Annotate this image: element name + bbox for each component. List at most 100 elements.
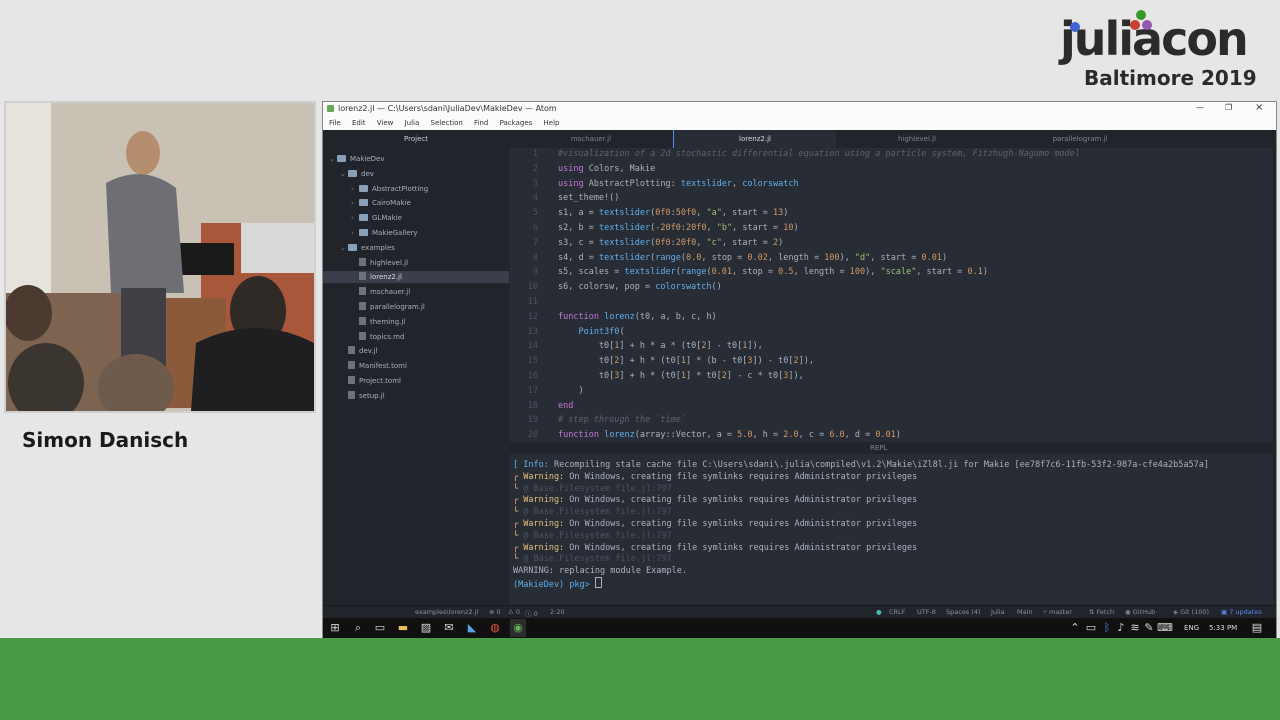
- status-updates[interactable]: ▣ 7 updates: [1221, 608, 1262, 616]
- tree-item[interactable]: mschauer.jl: [323, 286, 509, 298]
- photos-icon[interactable]: ▨: [420, 622, 432, 634]
- network-icon[interactable]: ≋: [1129, 622, 1141, 634]
- menu-view[interactable]: View: [377, 119, 394, 127]
- code-line[interactable]: 6 s2, b = textslider(-20f0:20f0, "b", sta…: [510, 223, 799, 238]
- status-line-ending[interactable]: CRLF: [889, 608, 905, 616]
- status-indent[interactable]: Spaces (4): [946, 608, 980, 616]
- tree-item[interactable]: ⌄ dev: [323, 168, 509, 180]
- code-line[interactable]: 3 using AbstractPlotting: textslider, col…: [510, 179, 799, 194]
- tree-item[interactable]: highlevel.jl: [323, 257, 509, 269]
- notifications-icon[interactable]: ▤: [1251, 622, 1263, 634]
- file-explorer-icon[interactable]: ▬: [397, 622, 409, 634]
- firefox-icon[interactable]: ◍: [489, 622, 501, 634]
- tree-item[interactable]: theming.jl: [323, 316, 509, 328]
- status-errors[interactable]: ⊗ 0: [489, 608, 501, 616]
- tree-item[interactable]: parallelogram.jl: [323, 301, 509, 313]
- code-line[interactable]: 5 s1, a = textslider(0f0:50f0, "a", start…: [510, 208, 789, 223]
- speaker-icon[interactable]: ♪: [1115, 622, 1127, 634]
- repl-line: └ @ Base.Filesystem file.jl:797: [513, 553, 672, 565]
- status-grammar[interactable]: Julia: [991, 608, 1005, 616]
- code-text: t0[2] + h * (t0[1] * (b - t0[3]) - t0[2]…: [558, 356, 814, 367]
- status-git[interactable]: ◈ Git (100): [1173, 608, 1209, 616]
- menu-packages[interactable]: Packages: [500, 119, 533, 127]
- code-line[interactable]: 8 s4, d = textslider(range(0.0, stop = 0.…: [510, 253, 947, 268]
- tree-item[interactable]: › GLMakie: [323, 212, 509, 224]
- code-line[interactable]: 17 ): [510, 386, 584, 401]
- tree-item[interactable]: Project.toml: [323, 375, 509, 387]
- code-line[interactable]: 19 # step through the `time`: [510, 415, 686, 430]
- code-text: set_theme!(): [558, 193, 620, 204]
- atom-taskbar-icon[interactable]: ◉: [510, 619, 526, 637]
- code-line[interactable]: 13 Point3f0(: [510, 327, 625, 342]
- maximize-button[interactable]: ❐: [1225, 103, 1232, 112]
- status-module[interactable]: Main: [1017, 608, 1033, 616]
- status-branch[interactable]: ⑂ master: [1043, 608, 1072, 616]
- code-line[interactable]: 1 #visualization of a 2d stochastic diffe…: [510, 149, 1080, 164]
- code-line[interactable]: 14 t0[1] + h * a * (t0[2] - t0[1]),: [510, 341, 763, 356]
- tray-device-icon[interactable]: ▭: [1085, 622, 1097, 634]
- tree-item[interactable]: › CairoMakie: [323, 197, 509, 209]
- tree-item[interactable]: › MakieGallery: [323, 227, 509, 239]
- mail-icon[interactable]: ✉: [443, 622, 455, 634]
- tab-project[interactable]: Project: [323, 130, 509, 148]
- tree-item[interactable]: lorenz2.jl: [323, 271, 509, 284]
- tray-chevron-icon[interactable]: ⌃: [1069, 622, 1081, 634]
- fetch-label: Fetch: [1096, 608, 1115, 616]
- tree-item-label: MakieDev: [350, 155, 385, 163]
- status-file[interactable]: examples\lorenz2.jl: [415, 608, 478, 616]
- repl-line-text: @ Base.Filesystem file.jl:797: [523, 507, 672, 518]
- status-cursor[interactable]: 2:20: [550, 608, 565, 616]
- windows-start-icon[interactable]: ⊞: [329, 622, 341, 634]
- menu-selection[interactable]: Selection: [431, 119, 463, 127]
- tab-highlevel[interactable]: highlevel.jl: [836, 130, 998, 148]
- status-github[interactable]: ◉ GitHub: [1125, 608, 1155, 616]
- menu-julia[interactable]: Julia: [405, 119, 420, 127]
- code-line[interactable]: 16 t0[3] + h * (t0[1] * t0[2] - c * t0[3…: [510, 371, 804, 386]
- line-number: 16: [527, 371, 538, 381]
- tab-parallelogram[interactable]: parallelogram.jl: [999, 130, 1161, 148]
- file-icon: [359, 316, 366, 325]
- tree-item[interactable]: ⌄ MakieDev: [323, 153, 509, 165]
- task-view-icon[interactable]: ▭: [374, 622, 386, 634]
- keyboard-icon[interactable]: ⌨: [1157, 622, 1173, 634]
- menu-help[interactable]: Help: [544, 119, 560, 127]
- menu-file[interactable]: File: [329, 119, 341, 127]
- code-line[interactable]: 18 end: [510, 401, 574, 416]
- status-infos[interactable]: ⓘ 0: [525, 608, 538, 618]
- tab-lorenz2[interactable]: lorenz2.jl: [673, 130, 836, 148]
- bluetooth-icon[interactable]: ᛒ: [1101, 622, 1113, 634]
- repl-cursor[interactable]: [594, 577, 602, 588]
- vscode-icon[interactable]: ◣: [466, 622, 478, 634]
- clock[interactable]: 5:33 PM: [1209, 624, 1237, 632]
- tree-item[interactable]: dev.jl: [323, 345, 509, 357]
- code-line[interactable]: 2 using Colors, Makie: [510, 164, 655, 179]
- menu-edit[interactable]: Edit: [352, 119, 366, 127]
- tree-item[interactable]: topics.md: [323, 331, 509, 343]
- code-line[interactable]: 11: [510, 297, 558, 312]
- code-line[interactable]: 4 set_theme!(): [510, 193, 620, 208]
- code-line[interactable]: 12 function lorenz(t0, a, b, c, h): [510, 312, 717, 327]
- line-number: 15: [527, 356, 538, 367]
- repl-console[interactable]: [ Info: Recompiling stale cache file C:\…: [510, 454, 1273, 604]
- pen-icon[interactable]: ✎: [1143, 622, 1155, 634]
- status-fetch[interactable]: ⇅ Fetch: [1089, 608, 1114, 616]
- repl-line-text: @ Base.Filesystem file.jl:797: [523, 554, 672, 565]
- tree-item[interactable]: setup.jl: [323, 390, 509, 402]
- minimize-button[interactable]: —: [1196, 103, 1204, 112]
- tree-item[interactable]: ⌄ examples: [323, 242, 509, 254]
- tree-item[interactable]: Manifest.toml: [323, 360, 509, 372]
- language-indicator[interactable]: ENG: [1184, 624, 1199, 632]
- code-text: Point3f0(: [578, 326, 625, 337]
- search-icon[interactable]: ⌕: [352, 622, 364, 634]
- menu-find[interactable]: Find: [474, 119, 488, 127]
- chevron-icon: ›: [351, 199, 354, 208]
- close-button[interactable]: ×: [1255, 102, 1263, 113]
- code-line[interactable]: 10 s6, colorsw, pop = colorswatch(): [510, 282, 722, 297]
- code-line[interactable]: 15 t0[2] + h * (t0[1] * (b - t0[3]) - t0…: [510, 356, 814, 371]
- code-line[interactable]: 7 s3, c = textslider(0f0:20f0, "c", start…: [510, 238, 783, 253]
- tree-item[interactable]: › AbstractPlotting: [323, 183, 509, 195]
- code-line[interactable]: 9 s5, scales = textslider(range(0.01, sto…: [510, 267, 988, 282]
- tab-mschauer[interactable]: mschauer.jl: [510, 130, 672, 148]
- status-encoding[interactable]: UTF-8: [917, 608, 936, 616]
- status-warnings[interactable]: ⚠ 0: [508, 608, 520, 616]
